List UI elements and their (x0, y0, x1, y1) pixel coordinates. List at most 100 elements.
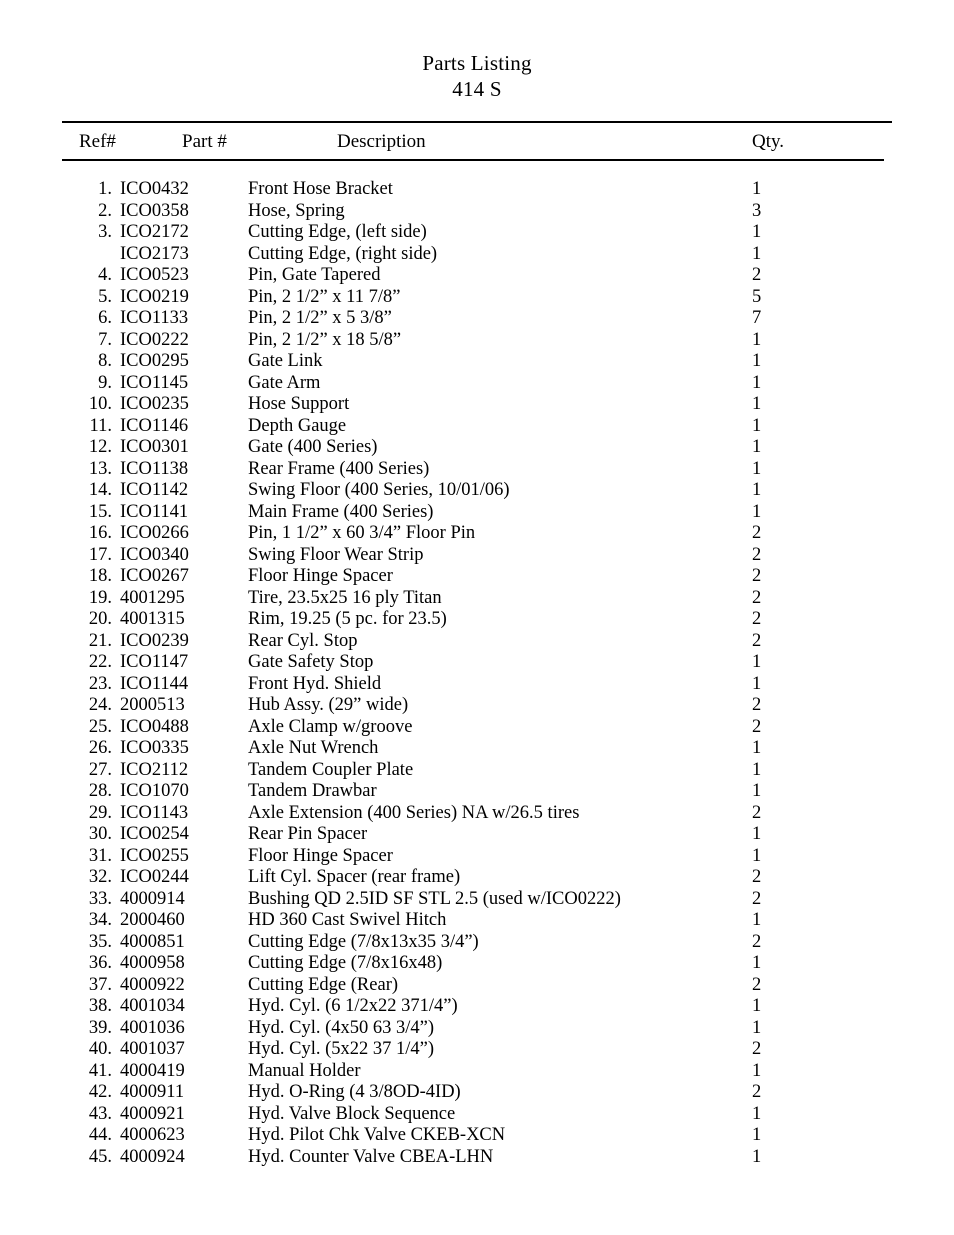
column-header-qty: Qty. (752, 131, 785, 152)
cell-ref: 13. (88, 458, 112, 479)
table-row: 3. ICO2172 Cutting Edge, (left side) 1 (62, 222, 892, 244)
cell-qty: 1 (752, 738, 762, 758)
cell-qty: 2 (752, 587, 762, 608)
cell-part-number: 4000914 (120, 888, 185, 909)
cell-ref: 45. (88, 1146, 112, 1167)
table-row: 36. 4000958 Cutting Edge (7/8x16x48) 1 (62, 953, 892, 975)
cell-ref: 18. (88, 566, 112, 586)
cell-part-number: 2000513 (120, 695, 185, 715)
table-row: 21. ICO0239 Rear Cyl. Stop 2 (62, 631, 892, 653)
cell-qty: 2 (752, 523, 762, 543)
table-row: 45. 4000924 Hyd. Counter Valve CBEA-LHN 1 (62, 1147, 892, 1169)
cell-description: Main Frame (400 Series) (248, 501, 434, 522)
table-row: 13. ICO1138 Rear Frame (400 Series) 1 (62, 459, 892, 481)
table-row: 37. 4000922 Cutting Edge (Rear) 2 (62, 975, 892, 997)
cell-ref: 22. (88, 652, 112, 672)
cell-ref: 12. (88, 437, 112, 457)
cell-qty: 1 (752, 1017, 762, 1038)
cell-ref: 5. (98, 286, 112, 307)
cell-qty: 2 (752, 544, 762, 565)
cell-qty: 1 (752, 759, 762, 780)
cell-qty: 2 (752, 867, 762, 887)
cell-ref: 24. (88, 695, 112, 715)
cell-description: Cutting Edge (7/8x13x35 3/4”) (248, 931, 479, 952)
cell-ref: 29. (88, 802, 112, 823)
cell-part-number: ICO0295 (120, 351, 189, 371)
cell-qty: 2 (752, 609, 762, 629)
cell-qty: 1 (752, 652, 762, 672)
cell-description: Cutting Edge (Rear) (248, 974, 399, 995)
table-row: 7. ICO0222 Pin, 2 1/2” x 18 5/8” 1 (62, 330, 892, 352)
table-row: 25. ICO0488 Axle Clamp w/groove 2 (62, 717, 892, 739)
cell-part-number: ICO0244 (120, 867, 189, 887)
cell-part-number: ICO0432 (120, 179, 189, 199)
cell-part-number: ICO0266 (120, 523, 189, 543)
cell-description: Floor Hinge Spacer (248, 566, 393, 586)
cell-ref: 1. (98, 179, 112, 199)
table-row: 9. ICO1145 Gate Arm 1 (62, 373, 892, 395)
table-row: ICO2173 Cutting Edge, (right side) 1 (62, 244, 892, 266)
cell-description: Cutting Edge, (right side) (248, 243, 438, 264)
cell-part-number: ICO0239 (120, 630, 189, 651)
cell-qty: 2 (752, 265, 762, 285)
table-row: 42. 4000911 Hyd. O-Ring (4 3/8OD-4ID) 2 (62, 1082, 892, 1104)
cell-part-number: ICO0523 (120, 265, 189, 285)
cell-qty: 2 (752, 802, 762, 823)
cell-ref: 4. (98, 265, 112, 285)
cell-description: Pin, Gate Tapered (248, 265, 381, 285)
table-row: 24. 2000513 Hub Assy. (29” wide) 2 (62, 695, 892, 717)
cell-qty: 1 (752, 1125, 762, 1145)
cell-ref: 38. (88, 996, 112, 1016)
cell-part-number: 4001315 (120, 609, 185, 629)
table-row: 14. ICO1142 Swing Floor (400 Series, 10/01… (62, 480, 892, 502)
table-row: 20. 4001315 Rim, 19.25 (5 pc. for 23.5) 2 (62, 609, 892, 631)
cell-description: Cutting Edge (7/8x16x48) (248, 953, 443, 973)
cell-description: Hose, Spring (248, 200, 345, 221)
cell-ref: 31. (88, 845, 112, 866)
cell-part-number: 4001295 (120, 587, 185, 608)
cell-part-number: 4001034 (120, 996, 185, 1016)
cell-part-number: ICO2173 (120, 243, 189, 264)
cell-description: Swing Floor (400 Series, 10/01/06) (248, 480, 510, 500)
table-row: 22. ICO1147 Gate Safety Stop 1 (62, 652, 892, 674)
cell-ref: 41. (88, 1060, 112, 1081)
cell-part-number: ICO2172 (120, 222, 189, 242)
cell-description: Depth Gauge (248, 415, 347, 436)
cell-description: Front Hose Bracket (248, 179, 393, 199)
cell-description: Bushing QD 2.5ID SF STL 2.5 (used w/ICO0… (248, 888, 621, 909)
table-row: 10. ICO0235 Hose Support 1 (62, 394, 892, 416)
document-title-block: Parts Listing 414 S (0, 0, 954, 102)
cell-description: Cutting Edge, (left side) (248, 222, 427, 242)
cell-part-number: ICO1133 (120, 308, 189, 328)
cell-ref: 32. (88, 867, 112, 887)
cell-ref: 40. (88, 1039, 112, 1059)
table-row: 43. 4000921 Hyd. Valve Block Sequence 1 (62, 1104, 892, 1126)
cell-ref: 42. (88, 1082, 112, 1102)
cell-description: Hyd. Counter Valve CBEA-LHN (248, 1146, 494, 1167)
cell-part-number: ICO1145 (120, 372, 189, 393)
cell-ref: 14. (88, 480, 112, 500)
table-row: 32. ICO0244 Lift Cyl. Spacer (rear frame) 2 (62, 867, 892, 889)
cell-description: Pin, 2 1/2” x 5 3/8” (248, 308, 392, 328)
table-row: 27. ICO2112 Tandem Coupler Plate 1 (62, 760, 892, 782)
cell-ref: 39. (88, 1017, 112, 1038)
cell-qty: 2 (752, 1082, 762, 1102)
cell-part-number: 4000921 (120, 1103, 185, 1124)
table-row: 1. ICO0432 Front Hose Bracket 1 (62, 179, 892, 201)
cell-part-number: ICO0358 (120, 200, 189, 221)
table-header-row: Ref# Part # Description Qty. (62, 123, 892, 159)
cell-description: Gate (400 Series) (248, 437, 378, 457)
cell-description: Rear Pin Spacer (248, 824, 368, 844)
cell-qty: 2 (752, 695, 762, 715)
cell-qty: 1 (752, 910, 762, 930)
cell-description: Gate Arm (248, 372, 321, 393)
cell-part-number: ICO0301 (120, 437, 189, 457)
cell-part-number: 4000419 (120, 1060, 185, 1081)
cell-part-number: ICO0235 (120, 394, 189, 414)
cell-qty: 1 (752, 415, 762, 436)
cell-description: Rim, 19.25 (5 pc. for 23.5) (248, 609, 447, 629)
cell-ref: 27. (88, 759, 112, 780)
cell-part-number: 4001036 (120, 1017, 185, 1038)
cell-description: Manual Holder (248, 1060, 361, 1081)
cell-qty: 1 (752, 996, 762, 1016)
